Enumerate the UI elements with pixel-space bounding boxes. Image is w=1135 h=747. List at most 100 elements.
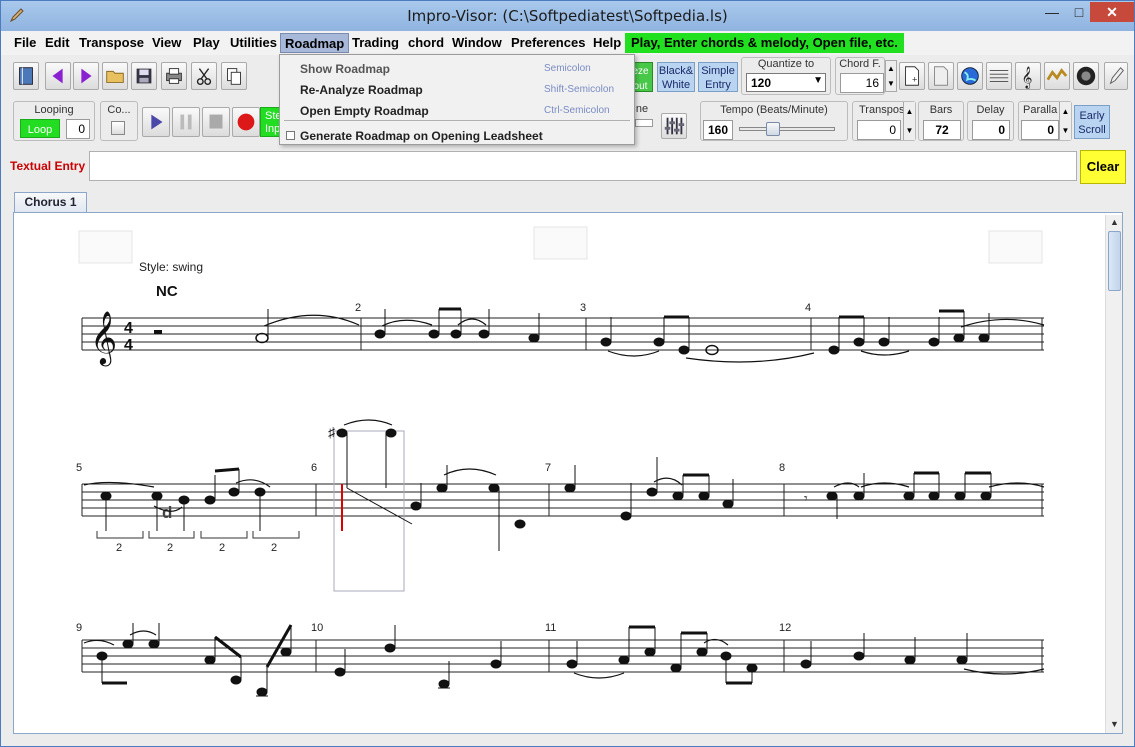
copy-icon (227, 68, 241, 85)
scroll-up-icon[interactable]: ▲ (1106, 215, 1123, 230)
new-sheet-button[interactable]: + (899, 62, 925, 90)
menu-view[interactable]: View (148, 33, 185, 53)
loop-count-field[interactable]: 0 (66, 119, 90, 139)
parallax-field[interactable]: 0 (1021, 120, 1059, 140)
chord-symbol[interactable]: NC (156, 283, 178, 300)
new-document-icon: + (905, 66, 919, 86)
play-button[interactable] (142, 107, 170, 137)
measure-number: 4 (805, 302, 811, 314)
menu-roadmap[interactable]: Roadmap (280, 33, 350, 53)
pencil-button[interactable] (1104, 62, 1128, 90)
stop-button[interactable] (202, 107, 230, 137)
record-button[interactable] (232, 107, 260, 137)
transpose-spinner[interactable]: ▲ ▼ (903, 102, 915, 140)
chord-box[interactable] (78, 230, 133, 264)
quantize-select[interactable]: 120 ▼ (746, 73, 826, 92)
cut-button[interactable] (191, 62, 217, 90)
transpose-field[interactable]: 0 (857, 120, 901, 140)
close-button[interactable]: ✕ (1090, 2, 1134, 22)
menu-transpose[interactable]: Transpose (75, 33, 148, 53)
staff-lines-icon (989, 70, 1009, 82)
count-in-checkbox[interactable] (111, 121, 125, 135)
notes-system-3[interactable] (83, 623, 1045, 697)
clef-button[interactable]: 𝄞 (1015, 62, 1041, 90)
menu-item-show-roadmap[interactable]: Show Roadmap Semicolon (280, 59, 634, 79)
menu-utilities[interactable]: Utilities (226, 33, 281, 53)
black-white-button[interactable]: Black& White (657, 62, 695, 92)
menu-item-label: Re-Analyze Roadmap (300, 83, 423, 97)
menu-chord[interactable]: chord (404, 33, 448, 53)
minimize-button[interactable]: — (1038, 2, 1066, 22)
menu-trading[interactable]: Trading (348, 33, 403, 53)
pencil-icon (1109, 67, 1124, 85)
midi-icon (1076, 66, 1096, 86)
maximize-button[interactable]: □ (1065, 2, 1093, 22)
clear-button[interactable]: Clear (1080, 150, 1126, 184)
bars-field[interactable]: 72 (923, 120, 961, 140)
score-vertical-scrollbar[interactable]: ▲ ▼ (1105, 215, 1122, 733)
menu-item-label: Generate Roadmap on Opening Leadsheet (300, 129, 543, 143)
staff-button[interactable] (986, 62, 1012, 90)
spinner-up-icon: ▲ (905, 107, 914, 116)
floppy-icon (136, 68, 152, 84)
delay-field[interactable]: 0 (972, 120, 1010, 140)
notation-book-button[interactable] (13, 62, 39, 90)
parallax-spinner[interactable]: ▲ ▼ (1059, 102, 1071, 140)
pause-button[interactable] (172, 107, 200, 137)
tempo-slider[interactable] (739, 122, 835, 136)
tempo-field[interactable]: 160 (703, 120, 733, 140)
menu-help[interactable]: Help (589, 33, 625, 53)
menu-preferences[interactable]: Preferences (507, 33, 589, 53)
menu-edit[interactable]: Edit (41, 33, 74, 53)
volume-slider[interactable] (635, 119, 653, 127)
volume-label: ne (635, 103, 649, 115)
pause-icon (180, 114, 192, 130)
menu-status-hint: Play, Enter chords & melody, Open file, … (625, 33, 904, 53)
tuplet-number: 2 (219, 542, 225, 554)
checkbox-unchecked[interactable] (286, 131, 295, 140)
print-button[interactable] (161, 62, 187, 90)
looping-group: Looping Loop 0 (13, 101, 95, 141)
step-input-button[interactable]: Ste Inp (260, 107, 282, 137)
chord-font-group: Chord F. 16 (835, 57, 885, 95)
globe-button[interactable] (957, 62, 983, 90)
menu-item-reanalyze-roadmap[interactable]: Re-Analyze Roadmap Shift-Semicolon (280, 80, 634, 100)
printer-icon (166, 68, 182, 84)
open-file-button[interactable] (102, 62, 128, 90)
menu-file[interactable]: File (10, 33, 40, 53)
next-button[interactable] (73, 62, 99, 90)
selection-box[interactable] (333, 430, 405, 592)
scroll-down-icon[interactable]: ▼ (1106, 717, 1123, 732)
spinner-up-icon: ▲ (1061, 107, 1070, 116)
chord-box[interactable] (533, 226, 588, 260)
leadsheet-score[interactable]: Style: swing NC 𝄞 4 4 2 3 4 5 6 7 8 d ♯ … (13, 212, 1123, 734)
tempo-group: Tempo (Beats/Minute) 160 (700, 101, 848, 141)
globe-icon (961, 67, 979, 85)
textual-entry-input[interactable] (89, 151, 1077, 181)
scroll-thumb[interactable] (1108, 231, 1121, 291)
menu-window[interactable]: Window (448, 33, 506, 53)
previous-button[interactable] (45, 62, 71, 90)
tempo-label: Tempo (Beats/Minute) (720, 104, 828, 116)
notes-system-2[interactable]: d ♯ 𝄾 (83, 419, 1045, 551)
style-button[interactable] (1044, 62, 1070, 90)
tab-chorus-1[interactable]: Chorus 1 (14, 192, 87, 212)
loop-button[interactable]: Loop (20, 119, 60, 138)
menu-item-open-empty-roadmap[interactable]: Open Empty Roadmap Ctrl-Semicolon (280, 101, 634, 121)
new-sheet-2-button[interactable] (928, 62, 954, 90)
early-scroll-button[interactable]: Early Scroll (1074, 105, 1110, 139)
chord-font-spinner[interactable]: ▲ ▼ (885, 60, 897, 92)
copy-button[interactable] (221, 62, 247, 90)
mixer-button[interactable] (661, 113, 687, 139)
save-button[interactable] (131, 62, 157, 90)
simple-entry-button[interactable]: Simple Entry (698, 62, 738, 92)
midi-button[interactable] (1073, 62, 1099, 90)
menu-play[interactable]: Play (189, 33, 224, 53)
notes-system-1[interactable] (255, 307, 1045, 363)
menu-item-generate-roadmap[interactable]: Generate Roadmap on Opening Leadsheet (280, 126, 634, 146)
tempo-slider-thumb[interactable] (766, 122, 780, 136)
mixer-icon (664, 117, 685, 135)
chord-box[interactable] (988, 230, 1043, 264)
staff-system-2 (81, 483, 1044, 517)
chord-font-field[interactable]: 16 (840, 73, 884, 93)
